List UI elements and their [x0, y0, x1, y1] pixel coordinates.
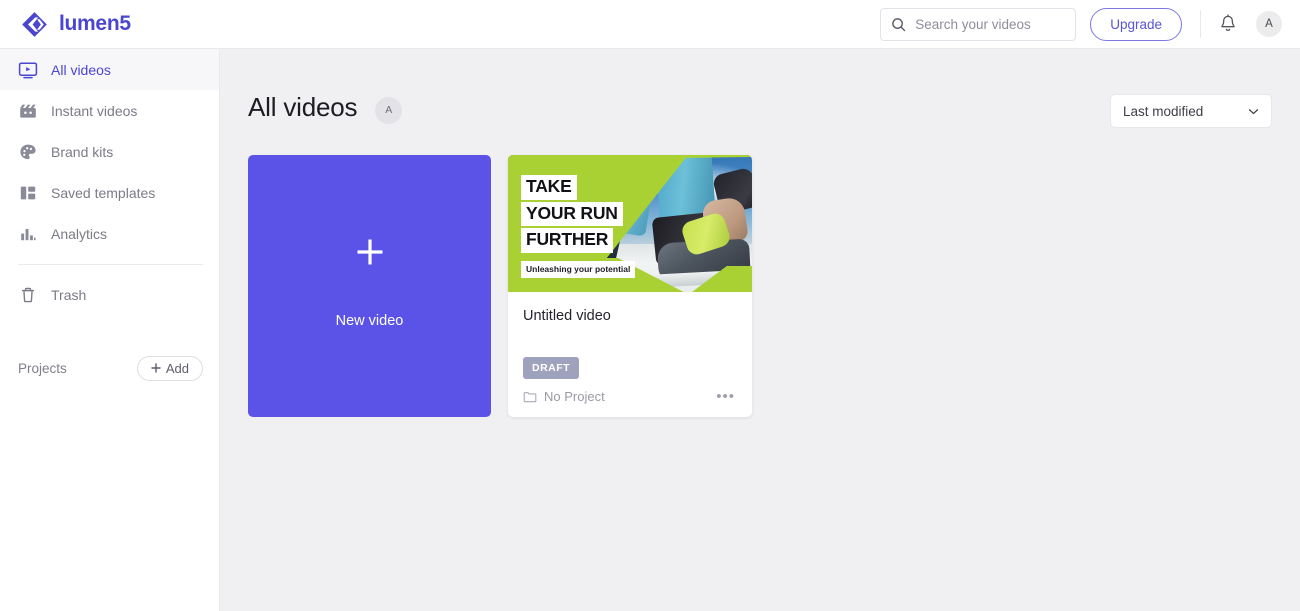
- add-project-label: Add: [165, 360, 189, 376]
- video-card-footer: No Project •••: [508, 379, 752, 417]
- projects-section-header: Projects Add: [0, 353, 219, 383]
- sidebar-item-label: All videos: [51, 61, 111, 78]
- video-card-body: Untitled video DRAFT: [508, 292, 752, 379]
- add-project-button[interactable]: Add: [136, 355, 203, 381]
- bell-icon: [1221, 14, 1235, 32]
- chevron-down-icon: [1248, 108, 1259, 114]
- upgrade-button[interactable]: Upgrade: [1090, 7, 1182, 41]
- brand-name: lumen5: [59, 12, 131, 35]
- video-more-menu-button[interactable]: •••: [714, 389, 737, 404]
- main-content: All videos A Last modified New video TAK…: [220, 49, 1300, 611]
- video-project-label: No Project: [544, 389, 605, 404]
- thumbnail-text-block: TAKE YOUR RUN FURTHER Unleashing your po…: [521, 175, 636, 278]
- sidebar-item-label: Brand kits: [51, 143, 114, 160]
- sidebar-item-label: Trash: [51, 286, 87, 303]
- lumen5-diamond-logo-icon: [22, 11, 47, 37]
- sort-selected-label: Last modified: [1123, 103, 1204, 119]
- video-title: Untitled video: [523, 308, 611, 324]
- thumbnail-headline-line: TAKE: [521, 175, 577, 200]
- sidebar-item-trash[interactable]: Trash: [0, 274, 219, 315]
- plus-icon: [357, 239, 382, 265]
- clapperboard-icon: [18, 101, 38, 121]
- main-header: All videos A Last modified: [248, 49, 1272, 128]
- palette-icon: [18, 142, 38, 162]
- sidebar-item-all-videos[interactable]: All videos: [0, 49, 219, 90]
- search-box[interactable]: [880, 7, 1077, 41]
- page-title: All videos: [248, 92, 358, 122]
- thumbnail-headline-line: FURTHER: [521, 228, 614, 253]
- search-input[interactable]: [915, 16, 1066, 32]
- header-divider: [1200, 10, 1201, 38]
- sidebar-item-saved-templates[interactable]: Saved templates: [0, 172, 219, 213]
- status-badge: DRAFT: [523, 357, 580, 379]
- app-body: All videos Instant videos Brand kits Sav…: [0, 49, 1300, 611]
- search-icon: [892, 17, 906, 31]
- sidebar: All videos Instant videos Brand kits Sav…: [0, 49, 220, 611]
- video-grid: New video TAKE YOUR RUN FURTHER Unleashi…: [248, 155, 1272, 417]
- projects-label: Projects: [18, 360, 67, 376]
- plus-icon: [151, 363, 161, 373]
- sidebar-item-instant-videos[interactable]: Instant videos: [0, 90, 219, 131]
- new-video-label: New video: [335, 313, 404, 329]
- sort-dropdown[interactable]: Last modified: [1110, 94, 1272, 128]
- folder-icon: [523, 391, 537, 402]
- layout-grid-icon: [18, 183, 38, 203]
- thumbnail-subtitle: Unleashing your potential: [521, 260, 636, 278]
- sidebar-item-label: Instant videos: [51, 102, 138, 119]
- video-thumbnail: TAKE YOUR RUN FURTHER Unleashing your po…: [508, 155, 752, 292]
- sidebar-item-analytics[interactable]: Analytics: [0, 213, 219, 254]
- page-title-avatar: A: [375, 96, 403, 124]
- brand-logo-link[interactable]: lumen5: [0, 11, 131, 38]
- app-header: lumen5 Upgrade A: [0, 0, 1300, 49]
- app-root: lumen5 Upgrade A: [0, 0, 1300, 611]
- bar-chart-icon: [18, 224, 38, 244]
- trash-icon: [18, 285, 38, 305]
- sidebar-item-label: Analytics: [51, 225, 108, 242]
- notifications-button[interactable]: [1217, 13, 1239, 35]
- sidebar-divider: [18, 264, 203, 265]
- thumbnail-headline-line: YOUR RUN: [521, 201, 623, 226]
- video-card[interactable]: TAKE YOUR RUN FURTHER Unleashing your po…: [508, 155, 752, 417]
- header-actions: Upgrade A: [880, 7, 1300, 41]
- sidebar-item-brand-kits[interactable]: Brand kits: [0, 131, 219, 172]
- sidebar-item-label: Saved templates: [51, 184, 156, 201]
- video-status-row: DRAFT: [523, 357, 737, 379]
- new-video-card[interactable]: New video: [248, 155, 491, 417]
- user-avatar[interactable]: A: [1256, 11, 1282, 37]
- monitor-play-icon: [18, 60, 38, 80]
